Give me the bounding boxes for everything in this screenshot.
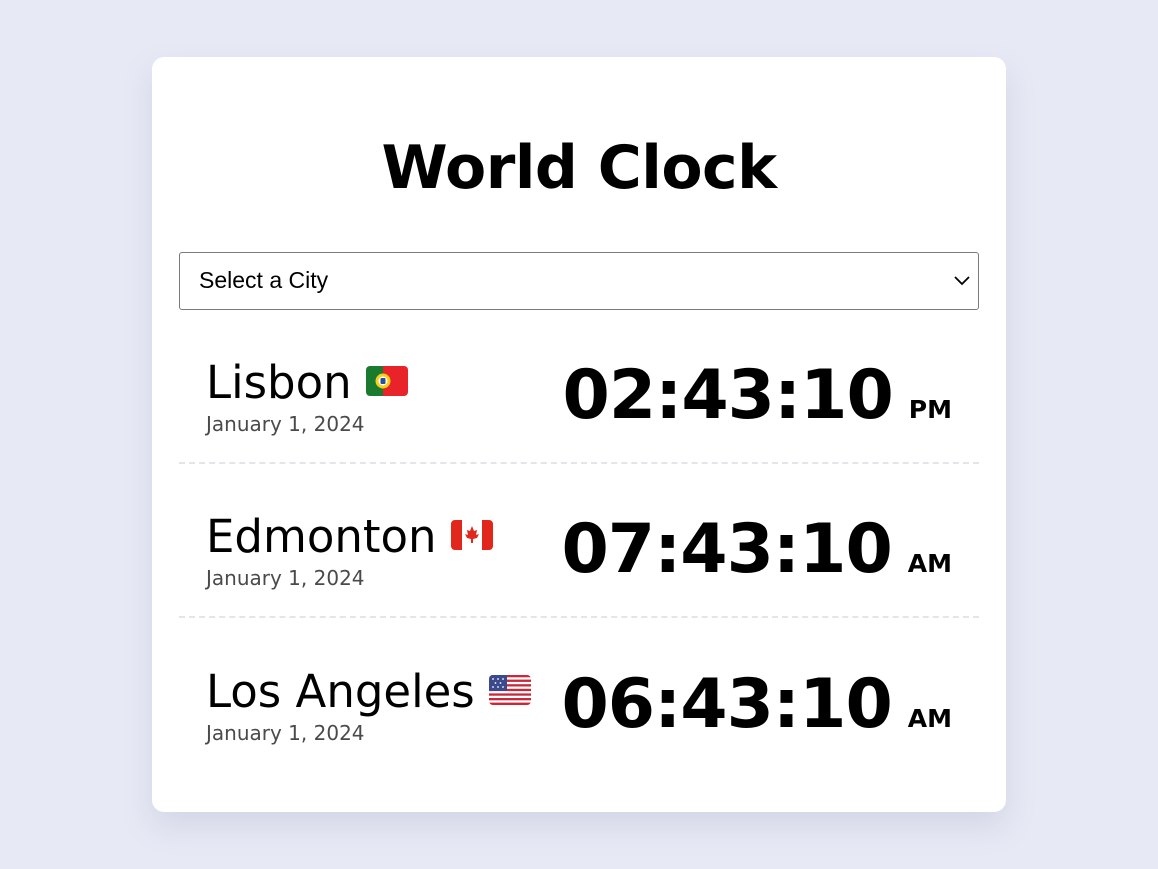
portugal-flag-icon (365, 366, 408, 396)
clock-row-los-angeles: Los Angeles January 1, 2024 06:43:10 AM (179, 618, 979, 772)
time-value: 07:43:10 (561, 510, 892, 589)
city-name: Los Angeles (206, 665, 475, 718)
clock-row-lisbon: Lisbon January 1, 2024 02:43:10 PM (179, 310, 979, 464)
page-title: World Clock (381, 133, 777, 203)
time-display: 07:43:10 AM (561, 510, 952, 590)
time-period: AM (907, 704, 952, 733)
city-select-dropdown[interactable]: Select a City (179, 252, 979, 310)
usa-flag-icon (488, 675, 531, 705)
city-select-value: Select a City (199, 267, 329, 293)
city-name-line: Edmonton (206, 510, 493, 564)
clock-row-edmonton: Edmonton January 1, 2024 07:43:10 AM (179, 464, 979, 618)
time-period: AM (907, 549, 952, 578)
city-name: Edmonton (206, 510, 437, 563)
city-date: January 1, 2024 (206, 412, 365, 436)
canada-flag-icon (450, 520, 493, 550)
time-display: 06:43:10 AM (561, 665, 952, 745)
time-period: PM (908, 395, 952, 424)
city-date: January 1, 2024 (206, 721, 365, 745)
city-name: Lisbon (206, 356, 352, 409)
city-name-line: Lisbon (206, 356, 408, 410)
time-value: 06:43:10 (561, 665, 892, 744)
city-date: January 1, 2024 (206, 566, 365, 590)
time-display: 02:43:10 PM (563, 356, 952, 436)
world-clock-card: World Clock Select a City Lisbon January… (152, 57, 1006, 812)
city-name-line: Los Angeles (206, 665, 531, 719)
chevron-down-icon (954, 276, 970, 286)
time-value: 02:43:10 (562, 356, 894, 435)
